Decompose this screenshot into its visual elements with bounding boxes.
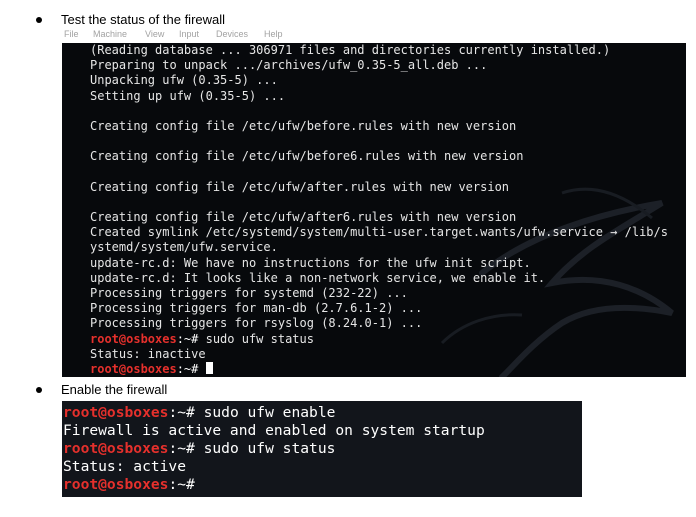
terminal-enable-firewall[interactable]: root@osboxes:~# sudo ufw enable Firewall … [62, 401, 582, 497]
prompt-symbol: :~# [168, 440, 204, 457]
terminal-line: Created symlink /etc/systemd/system/mult… [90, 225, 668, 240]
terminal-line: Creating config file /etc/ufw/after.rule… [90, 179, 510, 194]
prompt-symbol: :~# [168, 476, 204, 493]
bullet-dot [36, 17, 42, 23]
menu-file[interactable]: File [64, 28, 79, 40]
terminal-line: Unpacking ufw (0.35-5) ... [90, 73, 278, 88]
terminal-output[interactable]: (Reading database ... 306971 files and d… [62, 43, 686, 377]
terminal-line: update-rc.d: It looks like a non-network… [90, 270, 546, 285]
terminal-prompt-line: root@osboxes:~# sudo ufw status [63, 440, 485, 458]
prompt-user: root@osboxes [63, 476, 169, 493]
vm-window: File Machine View Input Devices Help (Re… [62, 27, 686, 377]
terminal-prompt-line: root@osboxes:~# sudo ufw enable [63, 404, 485, 422]
terminal-command: sudo ufw status [205, 331, 314, 346]
bullet-item-enable-firewall: Enable the firewall [0, 381, 696, 399]
vm-menubar: File Machine View Input Devices Help [62, 27, 686, 43]
terminal-prompt-line: root@osboxes:~# [63, 476, 485, 494]
terminal-prompt-line: root@osboxes:~# sudo ufw status [90, 332, 668, 347]
terminal-cursor [205, 361, 213, 374]
terminal-line: Creating config file /etc/ufw/before6.ru… [90, 149, 524, 164]
menu-help[interactable]: Help [264, 28, 283, 40]
terminal-line: Processing triggers for systemd (232-22)… [90, 286, 408, 300]
menu-machine[interactable]: Machine [93, 28, 127, 40]
terminal-line: Creating config file /etc/ufw/after6.rul… [90, 210, 517, 225]
terminal-line: Status: active [63, 458, 187, 475]
terminal-command: sudo ufw status [203, 440, 336, 457]
prompt-user: root@osboxes [90, 331, 177, 346]
terminal-command: sudo ufw enable [203, 404, 336, 421]
terminal-line: Creating config file /etc/ufw/before.rul… [90, 118, 517, 133]
terminal-line: Firewall is active and enabled on system… [63, 422, 485, 439]
terminal-line: Processing triggers for man-db (2.7.6.1-… [90, 301, 423, 316]
terminal-prompt-line: root@osboxes:~# [90, 361, 668, 377]
terminal-line: ystemd/system/ufw.service. [90, 240, 278, 255]
terminal-line: update-rc.d: We have no instructions for… [90, 255, 531, 270]
terminal-text: root@osboxes:~# sudo ufw enable Firewall … [63, 404, 485, 494]
terminal-line: Preparing to unpack .../archives/ufw_0.3… [90, 58, 488, 73]
terminal-text: (Reading database ... 306971 files and d… [90, 43, 668, 377]
prompt-symbol: :~# [176, 361, 206, 376]
bullet-text: Enable the firewall [61, 382, 168, 397]
menu-devices[interactable]: Devices [216, 28, 248, 40]
terminal-line: Setting up ufw (0.35-5) ... [90, 88, 286, 103]
terminal-line: Status: inactive [90, 346, 206, 361]
prompt-symbol: :~# [176, 331, 206, 346]
bullet-dot [36, 387, 42, 393]
menu-view[interactable]: View [145, 28, 164, 40]
prompt-user: root@osboxes [63, 440, 169, 457]
prompt-user: root@osboxes [90, 361, 177, 376]
prompt-symbol: :~# [168, 404, 204, 421]
menu-input[interactable]: Input [179, 28, 199, 40]
terminal-line: Processing triggers for rsyslog (8.24.0-… [90, 316, 423, 331]
terminal-line: (Reading database ... 306971 files and d… [90, 43, 611, 57]
prompt-user: root@osboxes [63, 404, 169, 421]
